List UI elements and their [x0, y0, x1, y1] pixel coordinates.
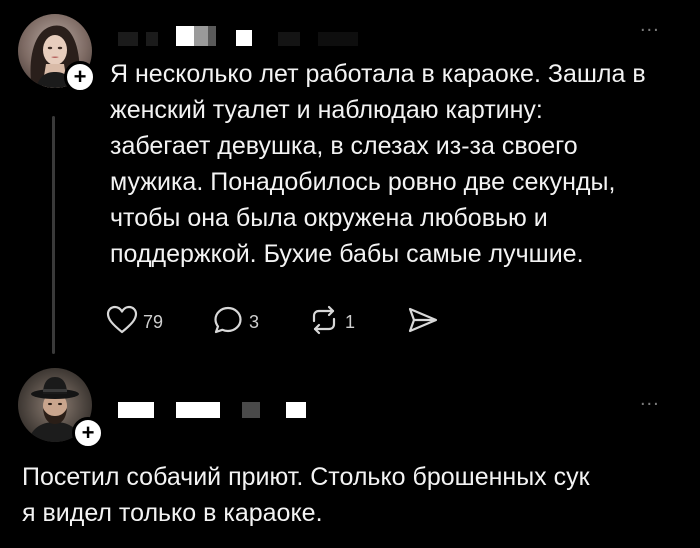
comment-icon: [212, 305, 244, 340]
follow-plus-icon[interactable]: +: [72, 417, 104, 449]
share-button[interactable]: [406, 302, 440, 342]
follow-plus-icon[interactable]: +: [64, 61, 96, 93]
repost-button[interactable]: 1: [308, 302, 355, 342]
share-icon: [406, 305, 440, 340]
like-count: 79: [143, 311, 164, 332]
more-options-icon[interactable]: ...: [640, 14, 660, 37]
post-text: Я несколько лет работала в караоке. Зашл…: [110, 60, 646, 268]
heart-icon: [106, 305, 138, 340]
redacted-username: [118, 400, 318, 422]
more-options-icon[interactable]: ...: [640, 388, 660, 411]
thread-connector-line: [52, 116, 55, 354]
reply-count: 3: [249, 311, 260, 332]
like-button[interactable]: 79: [106, 302, 163, 342]
post-text: Посетил собачий приют. Столько брошенных…: [22, 463, 590, 527]
repost-icon: [308, 305, 340, 340]
post-original: + ... Я несколько лет работала в караоке…: [0, 0, 700, 362]
repost-count: 1: [345, 311, 356, 332]
post-reply: + ... Посетил собачий приют. Столько бро…: [0, 362, 700, 548]
redacted-username: [118, 26, 368, 50]
reply-button[interactable]: 3: [212, 302, 259, 342]
